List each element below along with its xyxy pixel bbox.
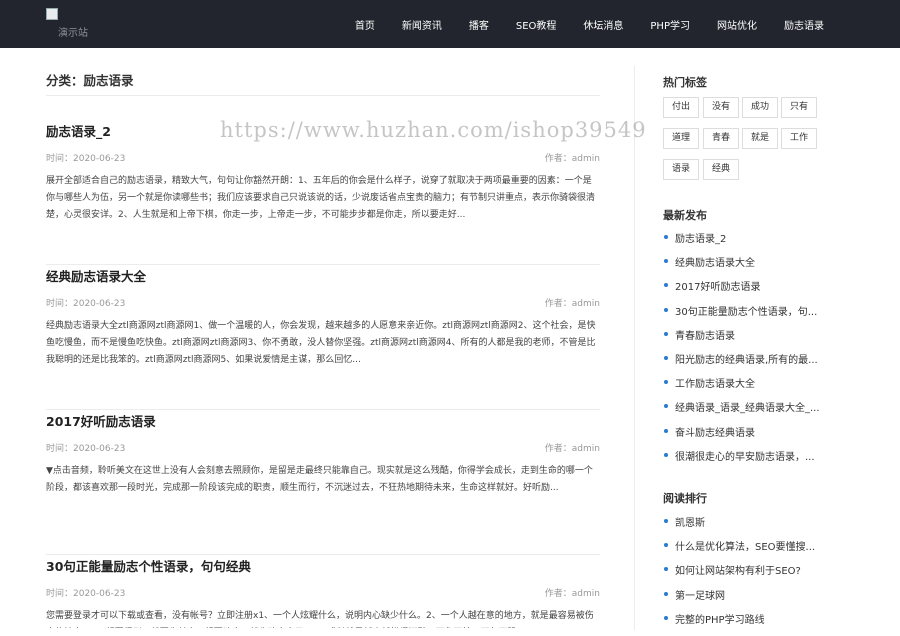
tag[interactable]: 经典	[703, 159, 740, 180]
tag[interactable]: 道理	[663, 128, 700, 149]
sidebar: 热门标签 付出 没有 成功 只有 道理 青春 就是 工作 语录 经典 最新发布 …	[634, 66, 900, 630]
post-title[interactable]: 30句正能量励志个性语录，句句经典	[46, 556, 251, 575]
reading-rank-list: 凯恩斯 什么是优化算法，SEO要懂搜... 如何让网站架构有利于SEO? 第一足…	[663, 514, 863, 635]
post-title[interactable]: 2017好听励志语录	[46, 411, 156, 430]
nav-quotes[interactable]: 励志语录	[784, 17, 824, 32]
list-item[interactable]: 完整的PHP学习路线	[663, 611, 863, 635]
post-author: 作者：admin	[544, 444, 600, 454]
list-item[interactable]: 励志语录_2	[663, 230, 863, 254]
list-item[interactable]: 工作励志语录大全	[663, 375, 863, 399]
category-title: 分类：励志语录	[46, 66, 600, 96]
list-item[interactable]: 什么是优化算法，SEO要懂搜...	[663, 538, 863, 562]
post-author: 作者：admin	[544, 589, 600, 599]
recent-posts-list: 励志语录_2 经典励志语录大全 2017好听励志语录 30句正能量励志个性语录，…	[663, 230, 863, 472]
site-logo[interactable]: 演示站	[46, 8, 96, 40]
nav-forum-news[interactable]: 休坛消息	[583, 17, 623, 32]
broken-image-icon	[46, 8, 58, 20]
post-time: 时间：2020-06-23	[46, 589, 126, 599]
main-nav: 首页 新闻资讯 播客 SEO教程 休坛消息 PHP学习 网站优化 励志语录	[355, 0, 824, 48]
list-item[interactable]: 30句正能量励志个性语录，句...	[663, 303, 863, 327]
tag[interactable]: 工作	[781, 128, 818, 149]
list-item[interactable]: 经典语录_语录_经典语录大全_...	[663, 399, 863, 423]
post-excerpt: ▼点击音频，聆听美文在这世上没有人会刻意去照顾你，是留是走最终只能靠自己。现实就…	[46, 466, 593, 493]
post-title[interactable]: 励志语录_2	[46, 121, 111, 140]
list-item[interactable]: 青春励志语录	[663, 327, 863, 351]
nav-site-optimize[interactable]: 网站优化	[717, 17, 757, 32]
post-excerpt: 展开全部适合自己的励志语录，精致大气，句句让你豁然开朗：1、五年后的你会是什么样…	[46, 176, 596, 220]
list-item[interactable]: 如何让网站架构有利于SEO?	[663, 562, 863, 586]
tag[interactable]: 付出	[663, 97, 700, 118]
list-item[interactable]: 很潮很走心的早安励志语录，...	[663, 448, 863, 472]
post-time: 时间：2020-06-23	[46, 154, 126, 164]
tag[interactable]: 成功	[742, 97, 779, 118]
post-meta: 时间：2020-06-23 作者：admin	[46, 586, 600, 599]
watermark-text: https://www.huzhan.com/ishop39549	[220, 118, 647, 142]
post-meta: 时间：2020-06-23 作者：admin	[46, 441, 600, 454]
post-meta: 时间：2020-06-23 作者：admin	[46, 296, 600, 309]
tag[interactable]: 就是	[742, 128, 779, 149]
list-item[interactable]: 第一足球网	[663, 587, 863, 611]
tag[interactable]: 没有	[703, 97, 740, 118]
post-meta: 时间：2020-06-23 作者：admin	[46, 151, 600, 164]
reading-rank-title: 阅读排行	[663, 492, 707, 505]
list-item[interactable]: 2017好听励志语录	[663, 278, 863, 302]
post-excerpt: 您需要登录才可以下载或查看，没有帐号？立即注册x1、一个人炫耀什么，说明内心缺少…	[46, 611, 594, 621]
list-item[interactable]: 经典励志语录大全	[663, 254, 863, 278]
nav-seo[interactable]: SEO教程	[516, 17, 557, 32]
post-item: 2017好听励志语录 时间：2020-06-23 作者：admin ▼点击音频，…	[46, 411, 600, 555]
main-content: 分类：励志语录 励志语录_2 时间：2020-06-23 作者：admin 展开…	[46, 66, 600, 621]
nav-podcast[interactable]: 播客	[469, 17, 489, 32]
list-item[interactable]: 奋斗励志经典语录	[663, 424, 863, 448]
recent-posts-title: 最新发布	[663, 209, 707, 222]
post-author: 作者：admin	[544, 154, 600, 164]
tag[interactable]: 青春	[703, 128, 740, 149]
post-excerpt: 经典励志语录大全ztl商源网ztl商源网1、做一个温暖的人，你会发现，越来越多的…	[46, 321, 596, 365]
tag[interactable]: 语录	[663, 159, 700, 180]
post-title[interactable]: 经典励志语录大全	[46, 266, 146, 285]
list-item[interactable]: 阳光励志的经典语录,所有的最...	[663, 351, 863, 375]
nav-news[interactable]: 新闻资讯	[402, 17, 442, 32]
post-item: 30句正能量励志个性语录，句句经典 时间：2020-06-23 作者：admin…	[46, 556, 600, 636]
post-item: 经典励志语录大全 时间：2020-06-23 作者：admin 经典励志语录大全…	[46, 266, 600, 410]
nav-php[interactable]: PHP学习	[650, 17, 690, 32]
post-time: 时间：2020-06-23	[46, 299, 126, 309]
logo-alt-text: 演示站	[58, 28, 88, 39]
post-item: 励志语录_2 时间：2020-06-23 作者：admin 展开全部适合自己的励…	[46, 121, 600, 265]
hot-tags-title: 热门标签	[663, 76, 707, 89]
top-navbar: 演示站 首页 新闻资讯 播客 SEO教程 休坛消息 PHP学习 网站优化 励志语…	[0, 0, 900, 48]
post-author: 作者：admin	[544, 299, 600, 309]
tag[interactable]: 只有	[781, 97, 818, 118]
post-time: 时间：2020-06-23	[46, 444, 126, 454]
nav-home[interactable]: 首页	[355, 17, 375, 32]
list-item[interactable]: 凯恩斯	[663, 514, 863, 538]
